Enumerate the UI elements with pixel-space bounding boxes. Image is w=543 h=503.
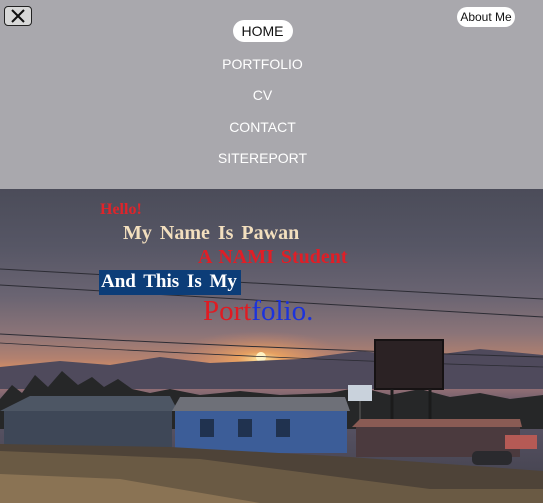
nav-item-home[interactable]: HOME (0, 20, 525, 42)
nav-item-label: SITEREPORT (217, 150, 308, 166)
nav-item-cv[interactable]: CV (0, 85, 525, 105)
nav-item-label: PORTFOLIO (222, 56, 303, 72)
nav-item-contact[interactable]: CONTACT (0, 117, 525, 137)
nav-overlay: About Me HOME PORTFOLIO CV CONTACT SITER… (0, 0, 543, 189)
portfolio-word-part1: Port (203, 295, 252, 327)
nav-item-label: CV (252, 87, 273, 103)
role-text: A NAMI Student (198, 246, 348, 268)
name-heading: My Name Is Pawan (123, 222, 300, 244)
nav-item-label: CONTACT (229, 119, 296, 135)
nav-item-portfolio[interactable]: PORTFOLIO (0, 54, 525, 74)
greeting-text: Hello! (100, 201, 142, 218)
nav-item-sitereport[interactable]: SITEREPORT (0, 148, 525, 168)
portfolio-word-part2: folio. (251, 295, 314, 327)
highlight-text: And This Is My (99, 270, 241, 295)
portfolio-heading: Portfolio. (203, 295, 313, 328)
nav-item-label: HOME (232, 20, 293, 42)
nav-menu: HOME PORTFOLIO CV CONTACT SITEREPORT (0, 0, 525, 189)
